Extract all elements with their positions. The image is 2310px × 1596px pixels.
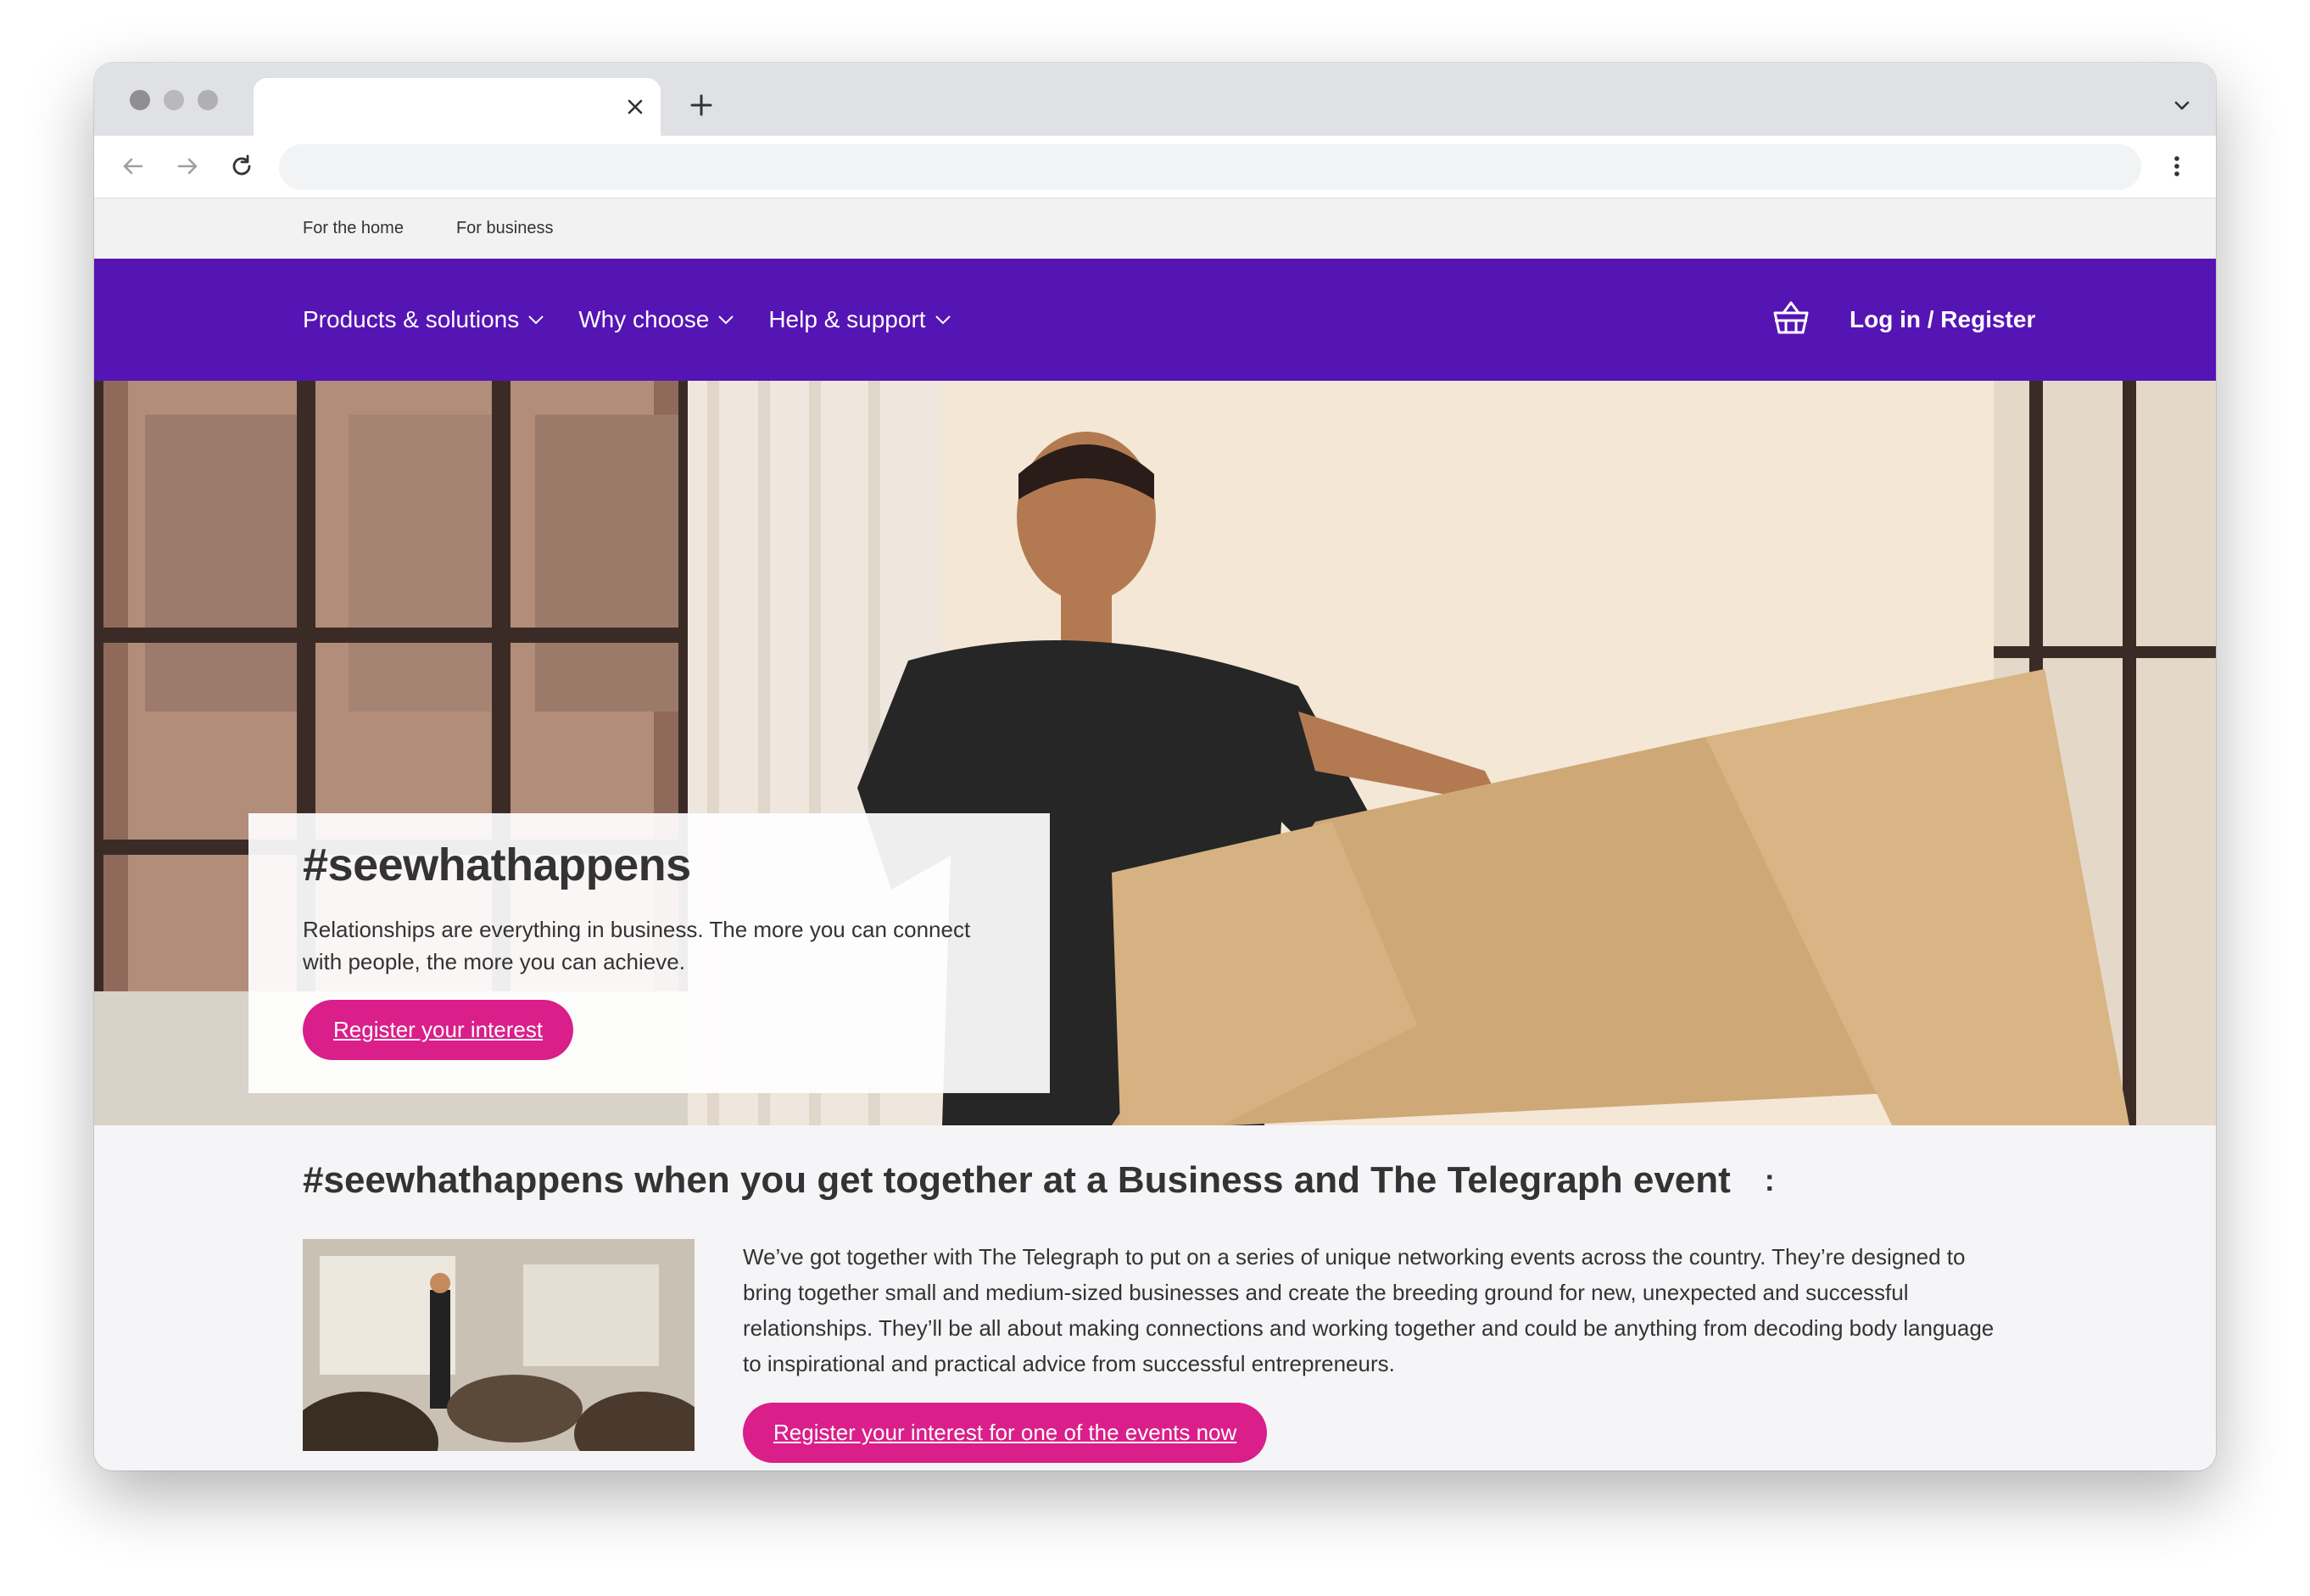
utility-nav: For the home For business (94, 198, 2216, 259)
nav-label: Why choose (578, 306, 710, 332)
utility-link-business[interactable]: For business (456, 219, 554, 238)
close-icon[interactable] (618, 90, 652, 124)
event-photo-art (303, 1239, 695, 1451)
hero-banner: #seewhathappens Relationships are everyt… (94, 381, 2216, 1125)
forward-arrow-icon[interactable] (169, 148, 206, 185)
browser-window: For the home For business Products & sol… (94, 63, 2216, 1470)
browser-tab[interactable] (254, 78, 661, 136)
maximize-window-button[interactable] (198, 90, 218, 110)
hero-card: #seewhathappens Relationships are everyt… (248, 813, 1050, 1093)
section-title-text: #seewhathappens when you get together at… (303, 1159, 1731, 1201)
back-arrow-icon[interactable] (114, 148, 152, 185)
tab-strip (94, 63, 2216, 136)
chevron-down-icon (935, 315, 951, 325)
nav-help-support[interactable]: Help & support (768, 306, 951, 333)
hero-text: Relationships are everything in business… (303, 917, 971, 974)
basket-icon[interactable] (1772, 299, 1811, 338)
close-window-button[interactable] (130, 90, 150, 110)
chevron-down-icon (718, 315, 734, 325)
kebab-menu-icon[interactable] (2158, 148, 2196, 185)
chevron-down-icon (528, 315, 544, 325)
chevron-down-icon[interactable] (2167, 90, 2197, 120)
nav-label: Products & solutions (303, 306, 520, 332)
event-description: We’ve got together with The Telegraph to… (743, 1244, 1995, 1376)
reload-icon[interactable] (223, 148, 260, 185)
nav-label: Help & support (768, 306, 926, 332)
event-section: #seewhathappens when you get together at… (303, 1159, 2041, 1463)
plus-icon[interactable] (684, 88, 718, 122)
browser-toolbar (94, 136, 2216, 198)
utility-link-home[interactable]: For the home (303, 219, 404, 238)
register-interest-button[interactable]: Register your interest (303, 1000, 574, 1060)
login-register-link[interactable]: Log in / Register (1850, 259, 2035, 381)
nav-why-choose[interactable]: Why choose (578, 306, 734, 333)
section-more-marker: : (1764, 1163, 1775, 1197)
hero-title: #seewhathappens (303, 840, 691, 890)
main-nav: Products & solutions Why choose Help & s… (94, 259, 2216, 381)
event-photo (303, 1239, 695, 1451)
minimize-window-button[interactable] (164, 90, 184, 110)
register-event-button[interactable]: Register your interest for one of the ev… (743, 1403, 1268, 1463)
web-page: For the home For business Products & sol… (94, 198, 2216, 1470)
main-menu: Products & solutions Why choose Help & s… (303, 259, 951, 381)
address-bar[interactable] (279, 144, 2141, 190)
section-title: #seewhathappens when you get together at… (303, 1159, 2041, 1202)
nav-products-solutions[interactable]: Products & solutions (303, 306, 544, 333)
